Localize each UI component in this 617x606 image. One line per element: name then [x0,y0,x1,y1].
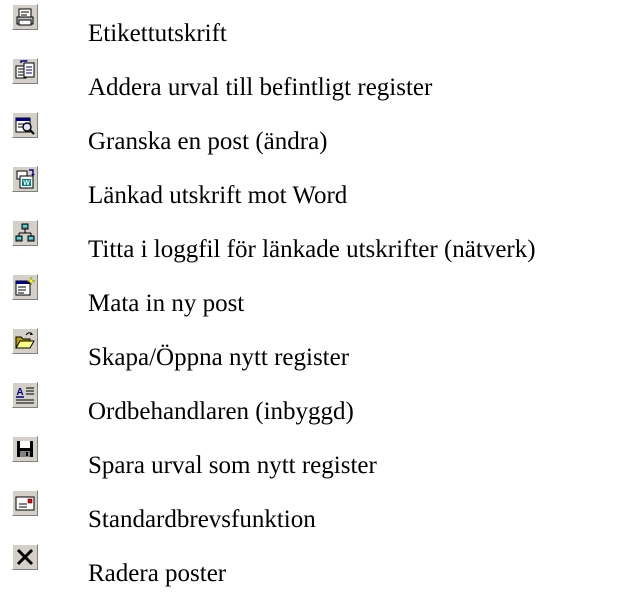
legend-row-new-record: Mata in ny post [0,274,617,328]
delete-x-icon[interactable] [12,544,38,570]
legend-row-word-merge: W Länkad utskrift mot Word [0,166,617,220]
legend-label: Titta i loggfil för länkade utskrifter (… [88,236,536,263]
legend-label: Mata in ny post [88,290,245,317]
label-print-icon[interactable] [12,4,38,30]
add-to-register-icon[interactable] [12,58,38,84]
letter-icon[interactable] [12,490,38,516]
legend-row-label-print: Etikettutskrift [0,4,617,58]
legend-row-inspect-record: Granska en post (ändra) [0,112,617,166]
legend-row-delete: Radera poster [0,544,617,598]
legend-label: Addera urval till befintligt register [88,74,433,101]
toolbar-icon-legend: Etikettutskrift Addera urval till befint… [0,0,617,606]
open-folder-icon[interactable] [12,328,38,354]
legend-label: Granska en post (ändra) [88,128,328,155]
legend-label: Ordbehandlaren (inbyggd) [88,398,354,425]
legend-row-open-folder: Skapa/Öppna nytt register [0,328,617,382]
svg-text:W: W [23,180,30,187]
legend-row-add-to-register: Addera urval till befintligt register [0,58,617,112]
legend-label: Spara urval som nytt register [88,452,377,479]
word-merge-icon[interactable]: W [12,166,38,192]
legend-label: Etikettutskrift [88,20,227,47]
legend-label: Radera poster [88,560,227,587]
new-record-icon[interactable] [12,274,38,300]
legend-row-save-disk: Spara urval som nytt register [0,436,617,490]
word-processor-icon[interactable]: A [12,382,38,408]
legend-label: Länkad utskrift mot Word [88,182,348,209]
legend-label: Standardbrevsfunktion [88,506,316,533]
network-log-icon[interactable] [12,220,38,246]
inspect-record-icon[interactable] [12,112,38,138]
legend-label: Skapa/Öppna nytt register [88,344,350,371]
legend-row-word-processor: A Ordbehandlaren (inbyggd) [0,382,617,436]
save-disk-icon[interactable] [12,436,38,462]
legend-row-letter: Standardbrevsfunktion [0,490,617,544]
legend-row-network-log: Titta i loggfil för länkade utskrifter (… [0,220,617,274]
